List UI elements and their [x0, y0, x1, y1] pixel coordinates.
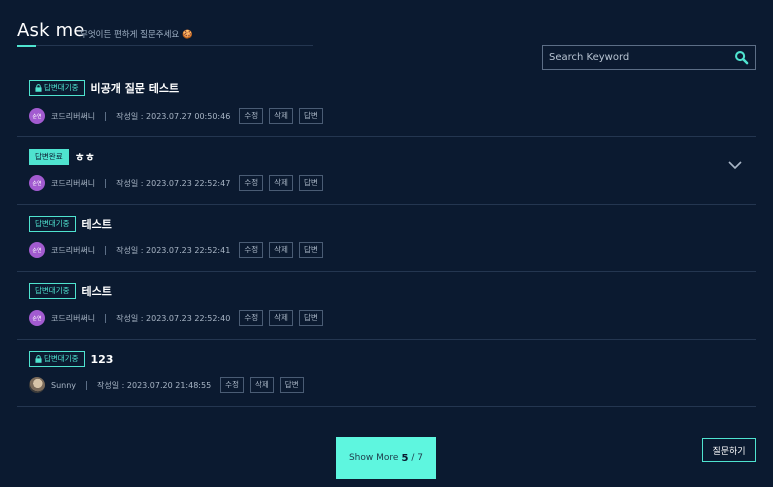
question-title[interactable]: 테스트: [82, 283, 112, 299]
divider: [105, 111, 107, 121]
edit-button[interactable]: 수정: [220, 377, 244, 393]
delete-button[interactable]: 삭제: [249, 377, 274, 393]
question-item[interactable]: 답변대기중 테스트 순연 코드리버써니 작성일 : 2023.07.23 22:…: [17, 283, 756, 340]
avatar: 순연: [29, 175, 45, 191]
status-badge: 답변대기중: [29, 80, 85, 96]
reply-button[interactable]: 답변: [298, 242, 323, 258]
reply-button[interactable]: 답변: [298, 310, 323, 326]
divider: [105, 178, 107, 188]
total-pages: / 7: [411, 453, 424, 463]
status-badge: 답변대기중: [29, 216, 76, 232]
status-badge: 답변완료: [29, 149, 69, 165]
edit-button[interactable]: 수정: [239, 175, 264, 191]
status-badge-label: 답변대기중: [44, 354, 79, 363]
status-badge: 답변대기중: [29, 283, 76, 299]
author-name: 코드리버써니: [51, 178, 96, 188]
divider: [105, 245, 107, 255]
status-badge-label: 답변대기중: [44, 83, 79, 92]
author-name: Sunny: [51, 380, 77, 390]
edit-button[interactable]: 수정: [239, 310, 264, 326]
question-title[interactable]: 테스트: [82, 216, 112, 232]
avatar: 순연: [29, 310, 45, 326]
divider: [105, 313, 107, 323]
question-item[interactable]: 답변대기중 비공개 질문 테스트 순연 코드리버써니 작성일 : 2023.07…: [17, 80, 756, 137]
divider: [86, 380, 88, 390]
question-title[interactable]: 123: [91, 353, 114, 366]
question-title[interactable]: ㅎㅎ: [75, 149, 95, 165]
status-badge-label: 답변대기중: [35, 286, 70, 295]
reply-button[interactable]: 답변: [279, 377, 304, 393]
status-badge: 답변대기중: [29, 351, 85, 367]
page-header: Ask me 무엇이든 편하게 질문주세요 🍪: [17, 20, 313, 47]
current-page: 5: [401, 452, 409, 464]
avatar: 순연: [29, 108, 45, 124]
reply-button[interactable]: 답변: [298, 175, 323, 191]
lock-icon: [35, 84, 42, 92]
created-date: 작성일 : 2023.07.20 21:48:55: [97, 380, 212, 390]
show-more-button[interactable]: Show More 5 / 7: [336, 437, 436, 479]
avatar: 순연: [29, 242, 45, 258]
chevron-down-icon[interactable]: [728, 161, 742, 170]
created-date: 작성일 : 2023.07.23 22:52:41: [116, 245, 231, 255]
search-icon[interactable]: [734, 50, 749, 65]
created-date: 작성일 : 2023.07.23 22:52:47: [116, 178, 231, 188]
lock-icon: [35, 355, 42, 363]
edit-button[interactable]: 수정: [239, 242, 264, 258]
author-name: 코드리버써니: [51, 111, 96, 121]
ask-question-button[interactable]: 질문하기: [702, 438, 756, 462]
delete-button[interactable]: 삭제: [269, 108, 293, 124]
edit-button[interactable]: 수정: [239, 108, 264, 124]
search-input[interactable]: [543, 46, 733, 69]
question-item[interactable]: 답변완료 ㅎㅎ 순연 코드리버써니 작성일 : 2023.07.23 22:52…: [17, 149, 756, 205]
status-badge-label: 답변완료: [35, 152, 63, 161]
created-date: 작성일 : 2023.07.23 22:52:40: [116, 313, 231, 323]
show-more-label: Show More: [348, 453, 399, 463]
question-item[interactable]: 답변대기중 테스트 순연 코드리버써니 작성일 : 2023.07.23 22:…: [17, 216, 756, 272]
delete-button[interactable]: 삭제: [269, 175, 293, 191]
title-underline: [17, 45, 36, 47]
question-title[interactable]: 비공개 질문 테스트: [91, 80, 180, 96]
page-title: Ask me: [17, 20, 85, 41]
author-name: 코드리버써니: [51, 313, 96, 323]
delete-button[interactable]: 삭제: [269, 310, 293, 326]
reply-button[interactable]: 답변: [298, 108, 323, 124]
delete-button[interactable]: 삭제: [269, 242, 293, 258]
avatar: [29, 377, 45, 393]
status-badge-label: 답변대기중: [35, 219, 70, 228]
author-name: 코드리버써니: [51, 245, 96, 255]
page-subtitle: 무엇이든 편하게 질문주세요 🍪: [80, 30, 193, 40]
created-date: 작성일 : 2023.07.27 00:50:46: [116, 111, 231, 121]
question-item[interactable]: 답변대기중 123 Sunny 작성일 : 2023.07.20 21:48:5…: [17, 351, 756, 407]
search-box: [542, 45, 756, 70]
